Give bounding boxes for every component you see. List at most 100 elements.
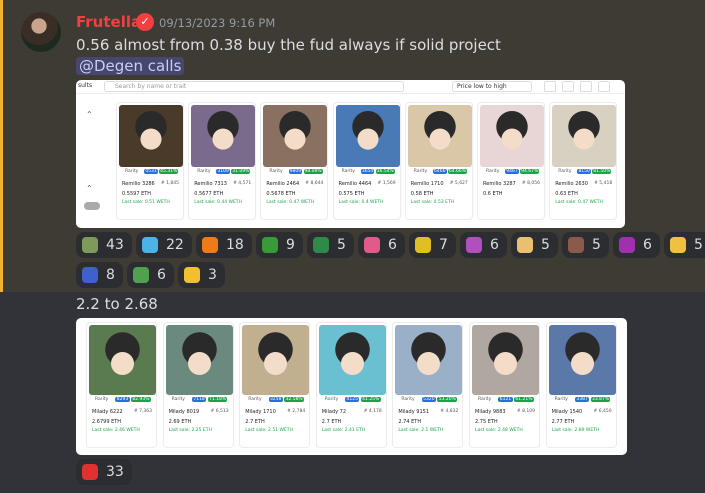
nft-card[interactable]: Rarity 3654 36.54% Remilio 4464 # 1,569 0.575… <box>332 102 401 220</box>
nft-card[interactable]: Rarity 5320 53.20% Milady 9151 # 4,832 2.74 E… <box>392 322 464 448</box>
reaction-chip[interactable]: 6 <box>358 232 405 258</box>
nft-card[interactable]: Rarity 3258 32.58% Milady 1710 # 2,784 2.7 ET… <box>239 322 311 448</box>
nft-price: 2.77 ETH <box>551 419 575 425</box>
reaction-chip[interactable]: 5 <box>664 232 705 258</box>
reaction-count: 6 <box>388 237 397 253</box>
reaction-chip[interactable]: 43 <box>76 232 132 258</box>
nft-number: # 6,513 <box>210 409 229 414</box>
hundred-emoji-icon <box>82 464 98 480</box>
green-frog-emoji-icon <box>133 267 149 283</box>
reaction-chip[interactable]: 6 <box>127 262 174 288</box>
nft-number: # 1,569 <box>377 181 396 186</box>
reaction-chip[interactable]: 5 <box>511 232 558 258</box>
nft-price: 2.7 ETH <box>321 419 342 425</box>
ghost-emoji-icon <box>619 237 635 253</box>
nft-name: Milady 9151 <box>398 409 429 415</box>
nft-card[interactable]: Rarity 4125 41.25% Milady 72 # 4,178 2.7 ETH L… <box>315 322 387 448</box>
percent-badge: 33.87% <box>590 397 611 402</box>
percent-badge: 36.54% <box>375 169 395 174</box>
nft-number: # 4,832 <box>440 409 459 414</box>
reaction-count: 3 <box>208 267 217 283</box>
nft-number: # 1,845 <box>160 181 179 186</box>
last-sale: Last sale: 0.4 WETH <box>338 200 384 205</box>
nft-price: 2.69 ETH <box>168 419 192 425</box>
reaction-chip[interactable]: 8 <box>76 262 123 288</box>
nft-name: Remilio 7313 <box>194 181 227 187</box>
attachment-image-milady[interactable]: Rarity 8293 82.93% Milady 6222 # 7,363 2.6799… <box>76 318 627 455</box>
nft-image <box>119 105 183 167</box>
reaction-chip[interactable]: 7 <box>409 232 456 258</box>
rarity-label: Rarity <box>125 169 139 174</box>
nft-card[interactable]: Rarity 4531 45.31% Remilio 3286 # 1,845 0.559… <box>116 102 184 220</box>
percent-badge: 61.21% <box>514 397 534 402</box>
toolbar-label: sults <box>78 82 93 89</box>
last-sale: Last sale: 0.47 WETH <box>555 200 603 205</box>
face-emoji-icon <box>517 237 533 253</box>
reaction-chip[interactable]: 22 <box>136 232 192 258</box>
nft-price: 0.6 ETH <box>483 191 503 197</box>
nft-card[interactable]: Rarity 3387 33.87% Milady 1540 # 6,450 2.77 E… <box>545 322 617 448</box>
rarity-label: Rarity <box>95 397 109 402</box>
reaction-chip[interactable]: 5 <box>562 232 609 258</box>
nft-image <box>335 105 400 167</box>
nft-number: # 8,644 <box>305 181 324 186</box>
rank-badge: 9467 <box>505 169 519 174</box>
reaction-chip[interactable]: 18 <box>196 232 252 258</box>
username[interactable]: Frutella <box>76 13 141 31</box>
chevron-up-icon: ⌃ <box>86 184 93 193</box>
rank-badge: 5320 <box>421 397 436 402</box>
rank-badge: 6121 <box>498 397 513 402</box>
reaction-count: 6 <box>157 267 166 283</box>
nft-card[interactable]: Rarity 3109 31.09% Remilio 7313 # 4,571 0.567… <box>188 102 257 220</box>
last-sale: Last sale: 2.41 ETH <box>321 428 366 433</box>
reaction-count: 8 <box>106 267 115 283</box>
nft-card[interactable]: Rarity 8293 82.93% Milady 6222 # 7,363 2.6799… <box>86 322 157 448</box>
last-sale: Last sale: 2.25 ETH <box>168 428 212 433</box>
percent-badge: 64.66% <box>447 169 467 174</box>
nft-name: Milady 1540 <box>551 409 583 415</box>
nft-card[interactable]: Rarity 6121 61.21% Milady 9883 # 8,109 2.75 E… <box>469 322 540 448</box>
nft-price: 0.5597 ETH <box>122 191 152 197</box>
nft-image <box>552 105 617 167</box>
chevron-up-icon: ⌃ <box>86 110 93 119</box>
percent-badge: 41.25% <box>360 397 381 402</box>
last-sale: Last sale: 2.51 WETH <box>245 428 293 433</box>
nft-image <box>407 105 472 167</box>
nft-price: 2.75 ETH <box>475 419 498 425</box>
verified-badge-icon: ✓ <box>136 13 154 31</box>
nft-card[interactable]: Rarity 6466 64.66% Remilio 1710 # 5,627 0.58 … <box>404 102 473 220</box>
pixel-emoji-icon <box>568 237 584 253</box>
nft-card[interactable]: Rarity 8150 81.50% Remilio 2630 # 5,418 0.63 … <box>549 102 618 220</box>
role-mention[interactable]: @Degen calls <box>76 57 185 75</box>
reaction-count: 22 <box>166 237 184 253</box>
attachment-image-remilio[interactable]: sults Search by name or trait Price low … <box>76 80 625 228</box>
reaction-chip[interactable]: 9 <box>256 232 303 258</box>
nft-number: # 4,178 <box>363 409 382 414</box>
last-sale: Last sale: 0.51 WETH <box>122 200 170 205</box>
nft-image <box>472 325 539 395</box>
reaction-chip[interactable]: 6 <box>613 232 660 258</box>
nft-number: # 4,571 <box>233 181 252 186</box>
rank-badge: 9809 <box>288 169 303 174</box>
nft-image <box>480 105 544 167</box>
percent-badge: 98.09% <box>303 169 323 174</box>
reaction-count: 9 <box>286 237 295 253</box>
reaction-chip[interactable]: 6 <box>460 232 507 258</box>
reaction-chip[interactable]: 5 <box>307 232 354 258</box>
nft-card[interactable]: Rarity 9467 94.67% Remilio 3287 # 8,056 0.6 E… <box>477 102 545 220</box>
last-sale: Last sale: 2.1 WETH <box>398 428 444 433</box>
reaction-chip[interactable]: 3 <box>178 262 225 288</box>
list-view-icon <box>544 81 556 92</box>
nft-name: Remilio 3286 <box>122 181 155 187</box>
last-sale: Last sale: 2.48 WETH <box>475 428 523 433</box>
nft-card[interactable]: Rarity 9809 98.09% Remilio 2464 # 8,644 0.567… <box>260 102 329 220</box>
avatar[interactable] <box>21 12 61 52</box>
nft-card[interactable]: Rarity 7118 71.18% Milady 8019 # 6,513 2.69 E… <box>162 322 234 448</box>
toggle-switch <box>84 202 100 210</box>
reaction-chip[interactable]: 33 <box>76 459 132 485</box>
nft-name: Milady 8019 <box>168 409 200 415</box>
nft-image <box>395 325 463 395</box>
sort-select: Price low to high <box>452 81 532 92</box>
nft-number: # 8,056 <box>521 181 540 186</box>
percent-badge: 45.31% <box>159 169 179 174</box>
